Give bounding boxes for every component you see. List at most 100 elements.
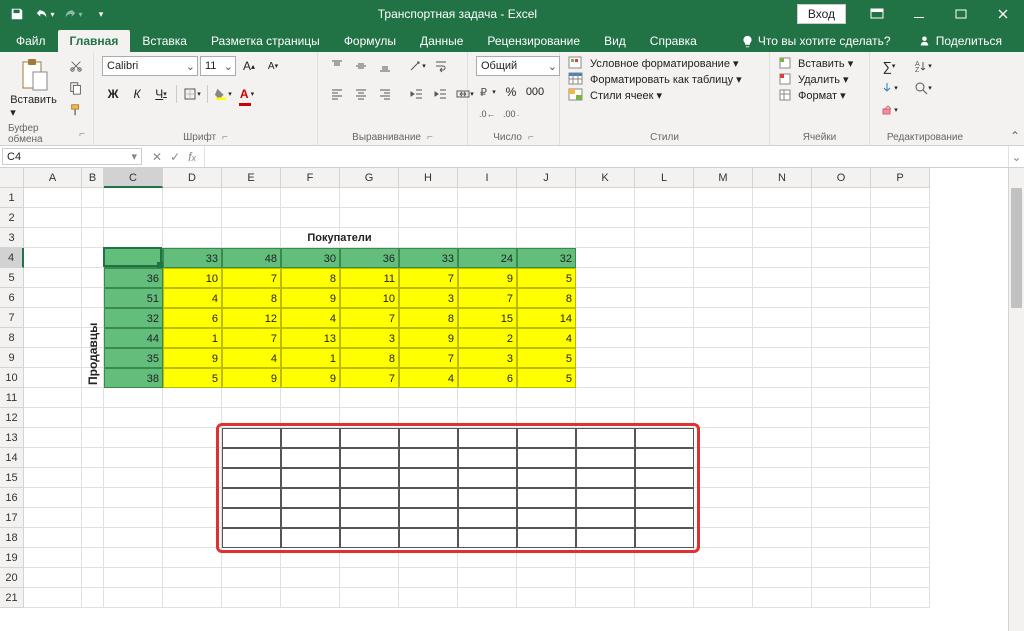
column-header[interactable]: E [222,168,281,188]
cell[interactable]: 9 [222,368,281,388]
cell[interactable]: 4 [517,328,576,348]
cell[interactable] [281,208,340,228]
cell[interactable] [871,468,930,488]
cell[interactable] [399,208,458,228]
cell[interactable] [694,268,753,288]
increase-decimal-icon[interactable]: .0←.00 [476,104,498,124]
row-header[interactable]: 16 [0,488,24,508]
cell[interactable] [82,528,104,548]
cell[interactable] [694,208,753,228]
cell[interactable] [812,388,871,408]
cell[interactable] [399,588,458,608]
row-header[interactable]: 11 [0,388,24,408]
cell[interactable] [340,208,399,228]
cell[interactable] [812,528,871,548]
cell[interactable] [82,208,104,228]
cell[interactable] [340,408,399,428]
vertical-scrollbar[interactable] [1008,168,1024,631]
cell[interactable] [24,428,82,448]
cell[interactable] [576,328,635,348]
copy-icon[interactable] [65,78,87,98]
cell[interactable] [222,428,281,448]
cell[interactable] [753,288,812,308]
cell[interactable] [812,208,871,228]
cell[interactable] [104,568,163,588]
cell[interactable] [871,268,930,288]
share-button[interactable]: Поделиться [908,30,1014,52]
cell[interactable] [517,468,576,488]
cell[interactable]: 36 [340,248,399,268]
cell[interactable] [24,188,82,208]
cell[interactable] [104,248,163,268]
cell[interactable] [281,528,340,548]
cell[interactable] [871,208,930,228]
cell[interactable] [458,468,517,488]
cell[interactable] [694,228,753,248]
cell[interactable] [458,388,517,408]
cell[interactable]: 9 [163,348,222,368]
cell[interactable]: 15 [458,308,517,328]
cell[interactable] [517,388,576,408]
cell[interactable]: 35 [104,348,163,368]
cell[interactable] [82,428,104,448]
cell[interactable] [24,268,82,288]
cell[interactable] [635,388,694,408]
cell[interactable]: 4 [281,308,340,328]
column-header[interactable]: D [163,168,222,188]
cell[interactable] [576,348,635,368]
row-header[interactable]: 14 [0,448,24,468]
cell[interactable] [24,548,82,568]
cell[interactable] [635,468,694,488]
cell[interactable] [281,588,340,608]
cell[interactable]: 1 [163,328,222,348]
insert-cells-button[interactable]: Вставить ▾ [778,56,853,70]
undo-icon[interactable]: ▾ [34,3,56,25]
cell[interactable] [340,428,399,448]
cell[interactable] [576,188,635,208]
cell[interactable] [517,508,576,528]
cell[interactable] [694,568,753,588]
cell[interactable] [576,388,635,408]
tab-review[interactable]: Рецензирование [475,30,592,52]
cell[interactable] [458,488,517,508]
cell[interactable] [694,468,753,488]
cell[interactable] [24,568,82,588]
cell[interactable] [104,188,163,208]
cell[interactable] [753,408,812,428]
cell[interactable] [694,528,753,548]
cell[interactable] [576,408,635,428]
tab-help[interactable]: Справка [638,30,709,52]
cell[interactable] [694,368,753,388]
cell[interactable] [222,408,281,428]
ribbon-display-icon[interactable] [856,0,898,28]
cell[interactable] [635,548,694,568]
fill-icon[interactable]: ▾ [878,78,900,98]
cell[interactable] [812,508,871,528]
cell[interactable] [517,208,576,228]
cell[interactable] [635,348,694,368]
row-header[interactable]: 3 [0,228,24,248]
cell[interactable]: 7 [222,328,281,348]
cell[interactable] [340,508,399,528]
cell[interactable] [694,248,753,268]
format-as-table-button[interactable]: Форматировать как таблицу ▾ [568,72,742,86]
autosum-icon[interactable]: ∑▾ [878,56,900,76]
decrease-indent-icon[interactable] [406,84,428,104]
cell[interactable]: 11 [340,268,399,288]
percent-icon[interactable]: % [500,82,522,102]
column-header[interactable]: I [458,168,517,188]
row-header[interactable]: 7 [0,308,24,328]
cell[interactable]: 32 [517,248,576,268]
cell[interactable] [222,388,281,408]
cell[interactable] [399,188,458,208]
row-header[interactable]: 10 [0,368,24,388]
vscroll-thumb[interactable] [1011,188,1022,308]
column-header[interactable]: B [82,168,104,188]
cell[interactable] [812,288,871,308]
cell[interactable] [635,188,694,208]
cell[interactable] [812,428,871,448]
cell[interactable]: 7 [340,308,399,328]
cell[interactable] [694,308,753,328]
cell[interactable] [281,448,340,468]
cell[interactable] [517,488,576,508]
